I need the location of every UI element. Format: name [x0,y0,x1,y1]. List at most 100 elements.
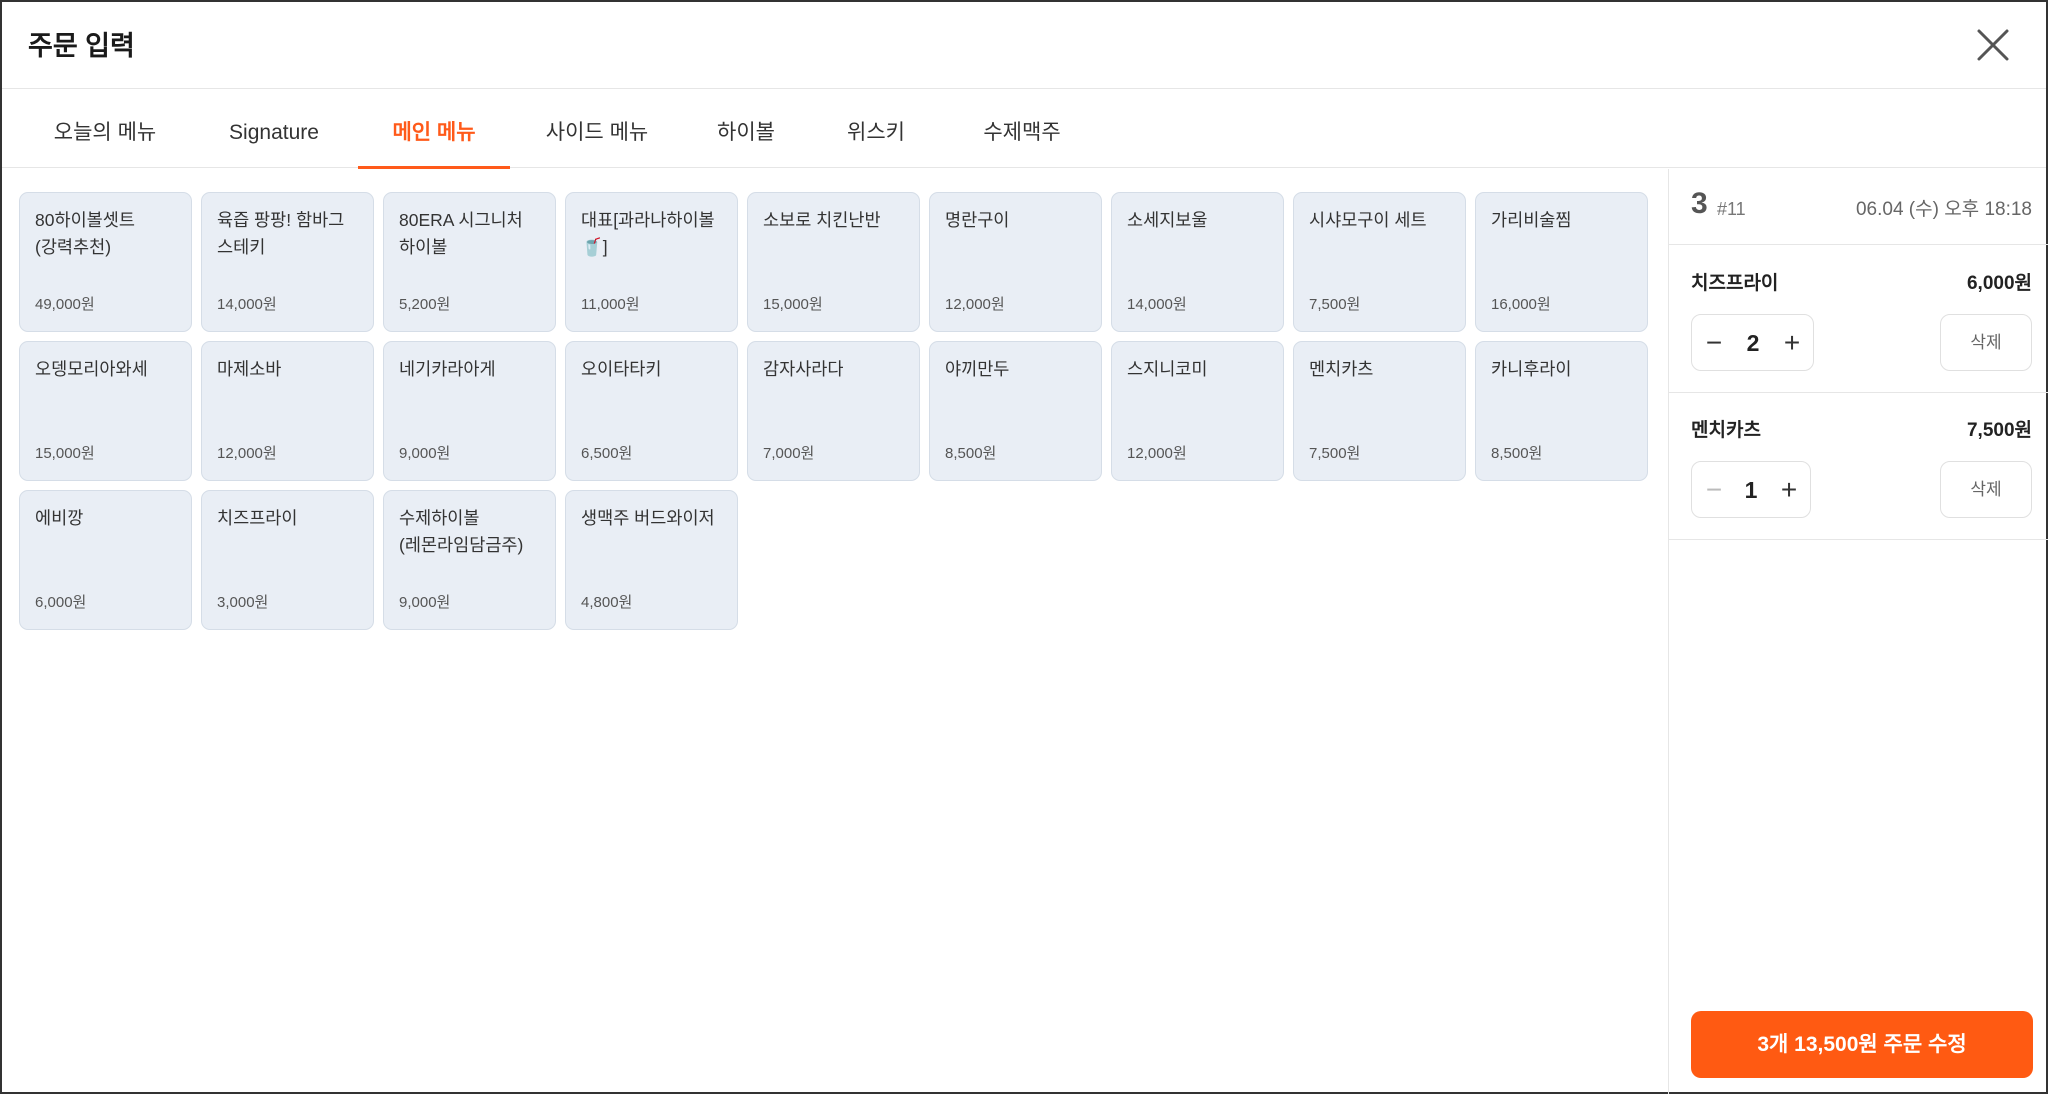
menu-card[interactable]: 에비깡 6,000원 [19,490,192,630]
quantity-value: 1 [1744,477,1758,503]
menu-card-name: 수제하이볼 (레몬라임담금주) [399,508,524,555]
order-entry-modal: 주문 입력 오늘의 메뉴 Signature 메인 메뉴 사이드 메뉴 하이볼 … [0,0,2048,1094]
menu-card[interactable]: 시샤모구이 세트 7,500원 [1293,192,1466,332]
menu-card-name: 에비깡 [35,508,84,528]
menu-card-name: 스지니코미 [1127,359,1208,379]
menu-card-price: 3,000원 [217,594,269,611]
menu-card-price: 6,500원 [581,445,633,462]
plus-icon[interactable]: + [1769,462,1809,519]
menu-card-name: 80하이볼셋트 (강력추천) [35,210,135,257]
menu-card-price: 8,500원 [1491,445,1543,462]
order-time: 06.04 (수) 오후 18:18 [1855,199,2032,220]
menu-card-name: 소세지보울 [1127,210,1208,230]
menu-card-name: 대표[과라나하이볼🥤] [581,210,715,257]
order-item-name: 치즈프라이 [1691,273,1779,294]
minus-icon[interactable]: − [1694,315,1734,372]
menu-card-price: 14,000원 [1127,296,1187,313]
tab-signature[interactable]: Signature [206,90,342,168]
menu-card-name: 육즙 팡팡! 함바그 스테키 [217,210,345,257]
menu-card-name: 소보로 치킨난반 [763,210,881,230]
submit-order-button[interactable]: 3개 13,500원 주문 수정 [1691,1011,2033,1078]
order-summary-panel: 3 #11 06.04 (수) 오후 18:18 치즈프라이 6,000원 − … [1668,169,2048,1094]
quantity-stepper: − 2 + [1691,314,1814,371]
menu-card-price: 4,800원 [581,594,633,611]
menu-card[interactable]: 마제소바 12,000원 [201,341,374,481]
menu-card-price: 6,000원 [35,594,87,611]
close-icon[interactable] [1974,26,2012,64]
order-item: 멘치카츠 7,500원 − 1 + 삭제 [1669,393,2048,540]
menu-card[interactable]: 소세지보울 14,000원 [1111,192,1284,332]
menu-card[interactable]: 소보로 치킨난반 15,000원 [747,192,920,332]
menu-card-price: 12,000원 [217,445,277,462]
menu-card[interactable]: 명란구이 12,000원 [929,192,1102,332]
menu-card[interactable]: 멘치카츠 7,500원 [1293,341,1466,481]
menu-card-name: 카니후라이 [1491,359,1572,379]
menu-card-name: 네기카라아게 [399,359,496,379]
menu-card[interactable]: 육즙 팡팡! 함바그 스테키 14,000원 [201,192,374,332]
table-number: 3 [1691,187,1708,220]
menu-card-price: 12,000원 [1127,445,1187,462]
quantity-stepper: − 1 + [1691,461,1811,518]
menu-card[interactable]: 네기카라아게 9,000원 [383,341,556,481]
menu-card[interactable]: 감자사라다 7,000원 [747,341,920,481]
menu-card[interactable]: 대표[과라나하이볼🥤] 11,000원 [565,192,738,332]
menu-card[interactable]: 스지니코미 12,000원 [1111,341,1284,481]
menu-card[interactable]: 가리비술찜 16,000원 [1475,192,1648,332]
modal-title: 주문 입력 [28,31,135,61]
quantity-value: 2 [1746,330,1760,356]
menu-card-price: 14,000원 [217,296,277,313]
menu-card-price: 8,500원 [945,445,997,462]
menu-card-name: 야끼만두 [945,359,1010,379]
menu-card-name: 시샤모구이 세트 [1309,210,1427,230]
order-item-price: 7,500원 [1966,420,2032,441]
order-item: 치즈프라이 6,000원 − 2 + 삭제 [1669,246,2048,393]
menu-card[interactable]: 생맥주 버드와이저 4,800원 [565,490,738,630]
menu-card-name: 오이타타키 [581,359,662,379]
menu-card-price: 7,500원 [1309,296,1361,313]
order-item-price: 6,000원 [1966,273,2032,294]
plus-icon[interactable]: + [1772,315,1812,372]
menu-card-price: 7,000원 [763,445,815,462]
order-number: #11 [1717,199,1746,219]
menu-card-price: 16,000원 [1491,296,1551,313]
menu-card-price: 7,500원 [1309,445,1361,462]
tab-side-menu[interactable]: 사이드 메뉴 [532,90,662,168]
menu-card-price: 9,000원 [399,445,451,462]
menu-card-price: 15,000원 [763,296,823,313]
tab-craft-beer[interactable]: 수제맥주 [968,90,1076,168]
tab-today-menu[interactable]: 오늘의 메뉴 [38,90,172,168]
menu-card-name: 멘치카츠 [1309,359,1374,379]
menu-card[interactable]: 오이타타키 6,500원 [565,341,738,481]
menu-card-price: 5,200원 [399,296,451,313]
delete-button[interactable]: 삭제 [1940,461,2032,518]
delete-button[interactable]: 삭제 [1940,314,2032,371]
menu-card[interactable]: 오뎅모리아와세 15,000원 [19,341,192,481]
minus-icon[interactable]: − [1694,462,1734,519]
menu-card[interactable]: 카니후라이 8,500원 [1475,341,1648,481]
menu-card-name: 명란구이 [945,210,1010,230]
menu-card-name: 생맥주 버드와이저 [581,508,715,528]
menu-card-price: 49,000원 [35,296,95,313]
menu-card-name: 80ERA 시그니처 하이볼 [399,210,523,257]
tab-highball[interactable]: 하이볼 [696,90,796,168]
menu-card-name: 오뎅모리아와세 [35,359,148,379]
menu-card[interactable]: 야끼만두 8,500원 [929,341,1102,481]
modal-header: 주문 입력 [2,2,2046,89]
menu-card[interactable]: 치즈프라이 3,000원 [201,490,374,630]
menu-card-name: 가리비술찜 [1491,210,1572,230]
menu-card-name: 감자사라다 [763,359,844,379]
menu-card[interactable]: 80하이볼셋트 (강력추천) 49,000원 [19,192,192,332]
menu-card-price: 9,000원 [399,594,451,611]
menu-card-price: 11,000원 [581,296,640,313]
tab-main-menu[interactable]: 메인 메뉴 [358,90,510,169]
tab-whisky[interactable]: 위스키 [830,90,922,168]
order-item-name: 멘치카츠 [1691,420,1761,441]
menu-card-name: 마제소바 [217,359,282,379]
menu-card[interactable]: 80ERA 시그니처 하이볼 5,200원 [383,192,556,332]
menu-card[interactable]: 수제하이볼 (레몬라임담금주) 9,000원 [383,490,556,630]
menu-card-name: 치즈프라이 [217,508,298,528]
order-summary-header: 3 #11 06.04 (수) 오후 18:18 [1669,169,2048,245]
category-tabs: 오늘의 메뉴 Signature 메인 메뉴 사이드 메뉴 하이볼 위스키 수제… [2,90,2046,169]
menu-card-price: 15,000원 [35,445,95,462]
menu-card-price: 12,000원 [945,296,1005,313]
